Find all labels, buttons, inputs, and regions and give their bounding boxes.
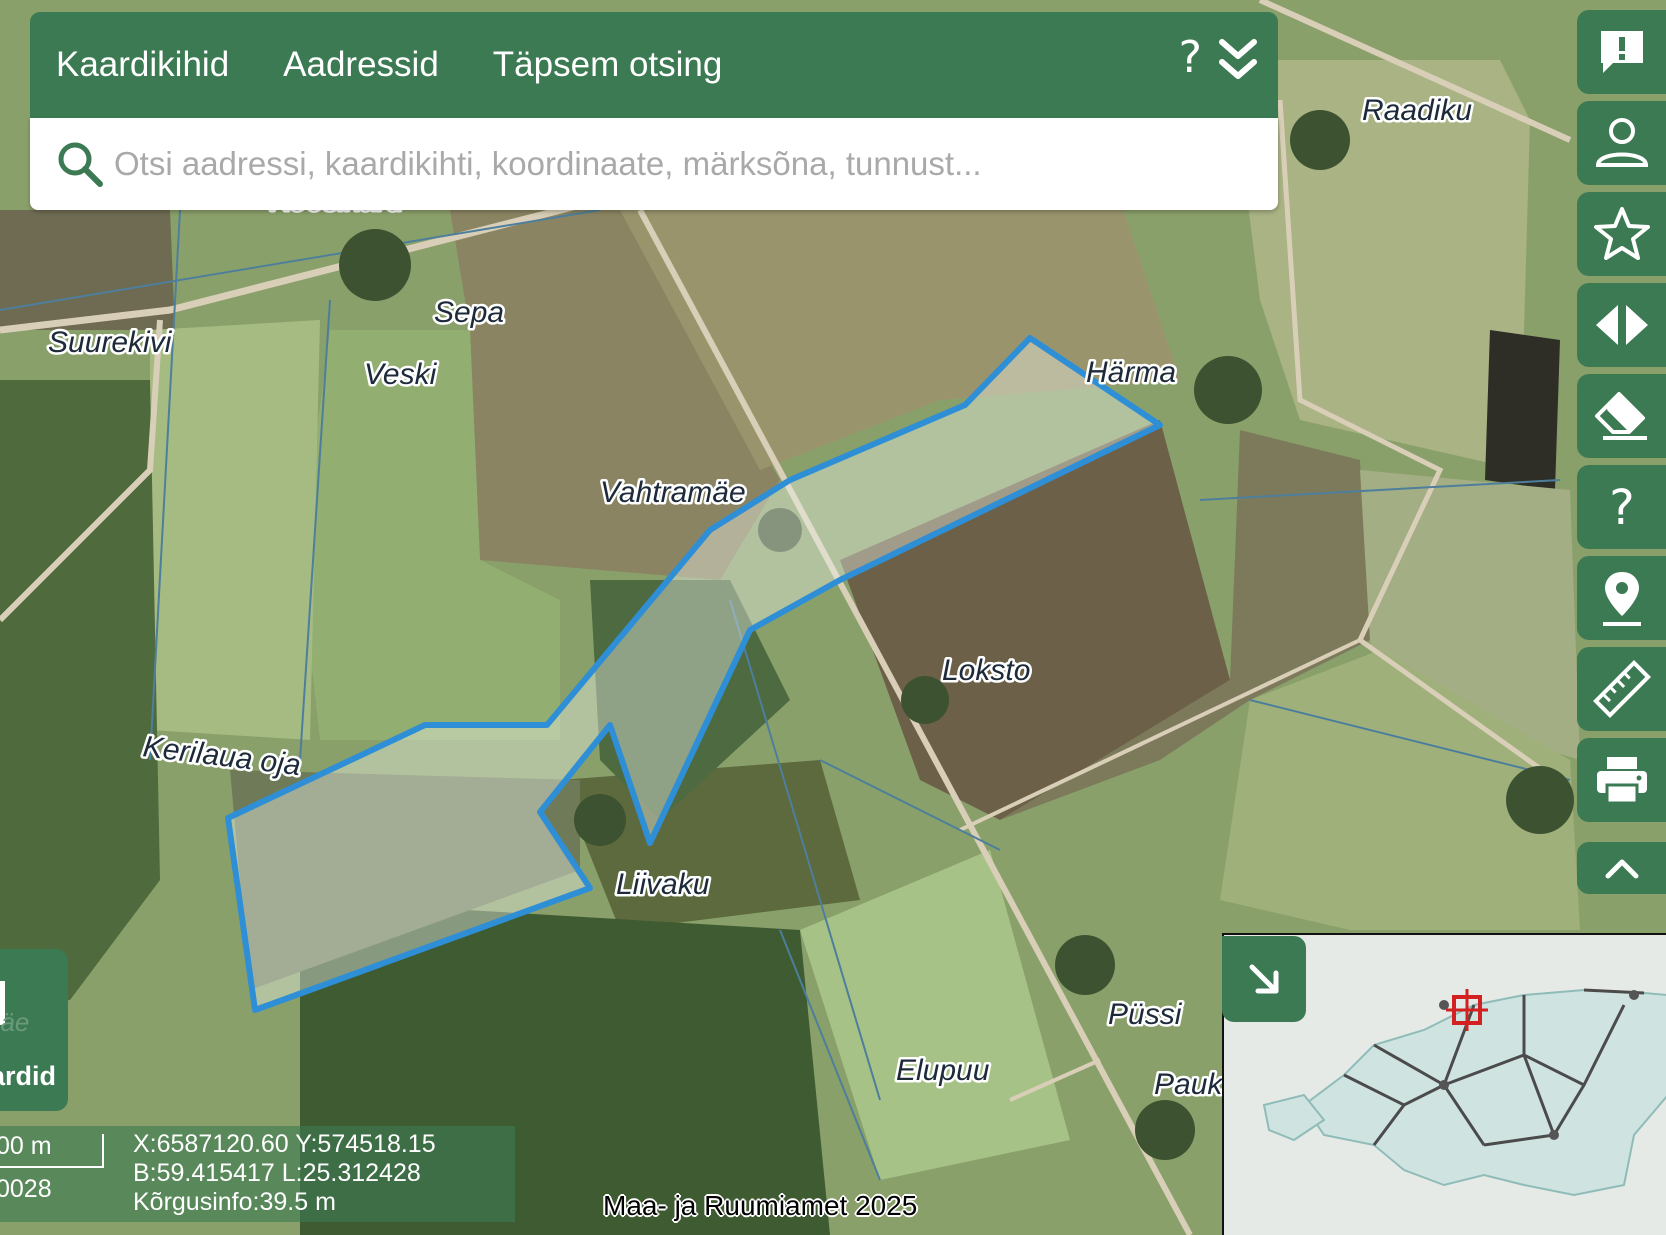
tab-advanced-search[interactable]: Täpsem otsing (493, 45, 723, 85)
chevron-up-icon (1605, 859, 1638, 879)
farmstead (1506, 766, 1574, 834)
base-maps-label: ardid (0, 1061, 57, 1091)
favorites-button[interactable] (1577, 192, 1666, 276)
tab-addresses[interactable]: Aadressid (283, 45, 439, 85)
location-pin-icon (1602, 572, 1641, 626)
help-icon: ? (1609, 480, 1634, 534)
compare-icon (1595, 305, 1648, 345)
farmstead (339, 229, 411, 301)
base-map-label-partial: näe (0, 1007, 30, 1037)
map-label-harma: Härma (1086, 356, 1176, 389)
farmstead (1194, 356, 1262, 424)
scale-number: 0028 (0, 1175, 52, 1203)
map-label-pussi: Püssi (1108, 998, 1183, 1031)
map-label-veski: Veski (364, 358, 438, 391)
compare-button[interactable] (1577, 283, 1666, 367)
user-button[interactable] (1577, 101, 1666, 185)
user-icon (1595, 118, 1648, 167)
map-label-loksto: Loksto (942, 654, 1030, 687)
measure-button[interactable] (1577, 647, 1666, 731)
overview-city (1439, 1080, 1449, 1090)
collapse-toolbar-button[interactable] (1577, 842, 1666, 894)
coordinate-bl: B:59.415417 L:25.312428 (133, 1159, 421, 1187)
overview-city (1629, 990, 1639, 1000)
farmstead (1290, 110, 1350, 170)
overview-position-marker (1446, 989, 1488, 1031)
print-button[interactable] (1577, 738, 1666, 822)
arrow-down-right-icon (1249, 964, 1279, 994)
help-side-button[interactable]: ? (1577, 465, 1666, 549)
overview-toggle-button[interactable] (1222, 936, 1306, 1022)
feedback-icon (1600, 31, 1643, 73)
print-icon (1596, 757, 1647, 805)
ruler-icon (1592, 660, 1651, 718)
scale-bar: 00 m (0, 1132, 104, 1168)
double-chevron-down-icon[interactable] (1216, 36, 1260, 86)
search-input[interactable] (112, 144, 1266, 184)
elevation-info: Kõrgusinfo:39.5 m (133, 1188, 336, 1216)
help-button[interactable]: ? (1179, 32, 1202, 83)
field (150, 320, 320, 740)
coordinate-readout: X:6587120.60 Y:574518.15 B:59.415417 L:2… (133, 1130, 436, 1217)
search-bar (30, 118, 1278, 210)
map-label-raadiku: Raadiku (1362, 94, 1472, 127)
eraser-icon (1594, 392, 1647, 440)
svg-text:?: ? (1609, 480, 1634, 534)
map-attribution: Maa- ja Ruumiamet 2025 (603, 1190, 918, 1221)
search-icon (58, 142, 103, 187)
map-label-vahtramae: Vahtramäe (600, 476, 746, 509)
tab-map-layers[interactable]: Kaardikihid (56, 45, 229, 85)
feedback-button[interactable] (1577, 10, 1666, 94)
field (1485, 330, 1560, 490)
farmstead (1135, 1100, 1195, 1160)
map-label-suurekivi: Suurekivi (48, 326, 173, 359)
scale-text: 00 m (0, 1132, 52, 1160)
map-label-sepa: Sepa (434, 296, 504, 329)
coordinate-xy: X:6587120.60 Y:574518.15 (133, 1130, 436, 1158)
farmstead (574, 794, 626, 846)
overview-city (1549, 1130, 1559, 1140)
farmstead (1055, 935, 1115, 995)
star-icon (1593, 207, 1650, 260)
base-maps-panel[interactable]: näe ardid (0, 949, 68, 1111)
map-label-elupuu: Elupuu (896, 1054, 990, 1087)
map-label-liivaku: Liivaku (616, 868, 710, 901)
location-button[interactable] (1577, 556, 1666, 640)
eraser-button[interactable] (1577, 374, 1666, 458)
top-nav-bar: Kaardikihid Aadressid Täpsem otsing ? (30, 12, 1278, 118)
